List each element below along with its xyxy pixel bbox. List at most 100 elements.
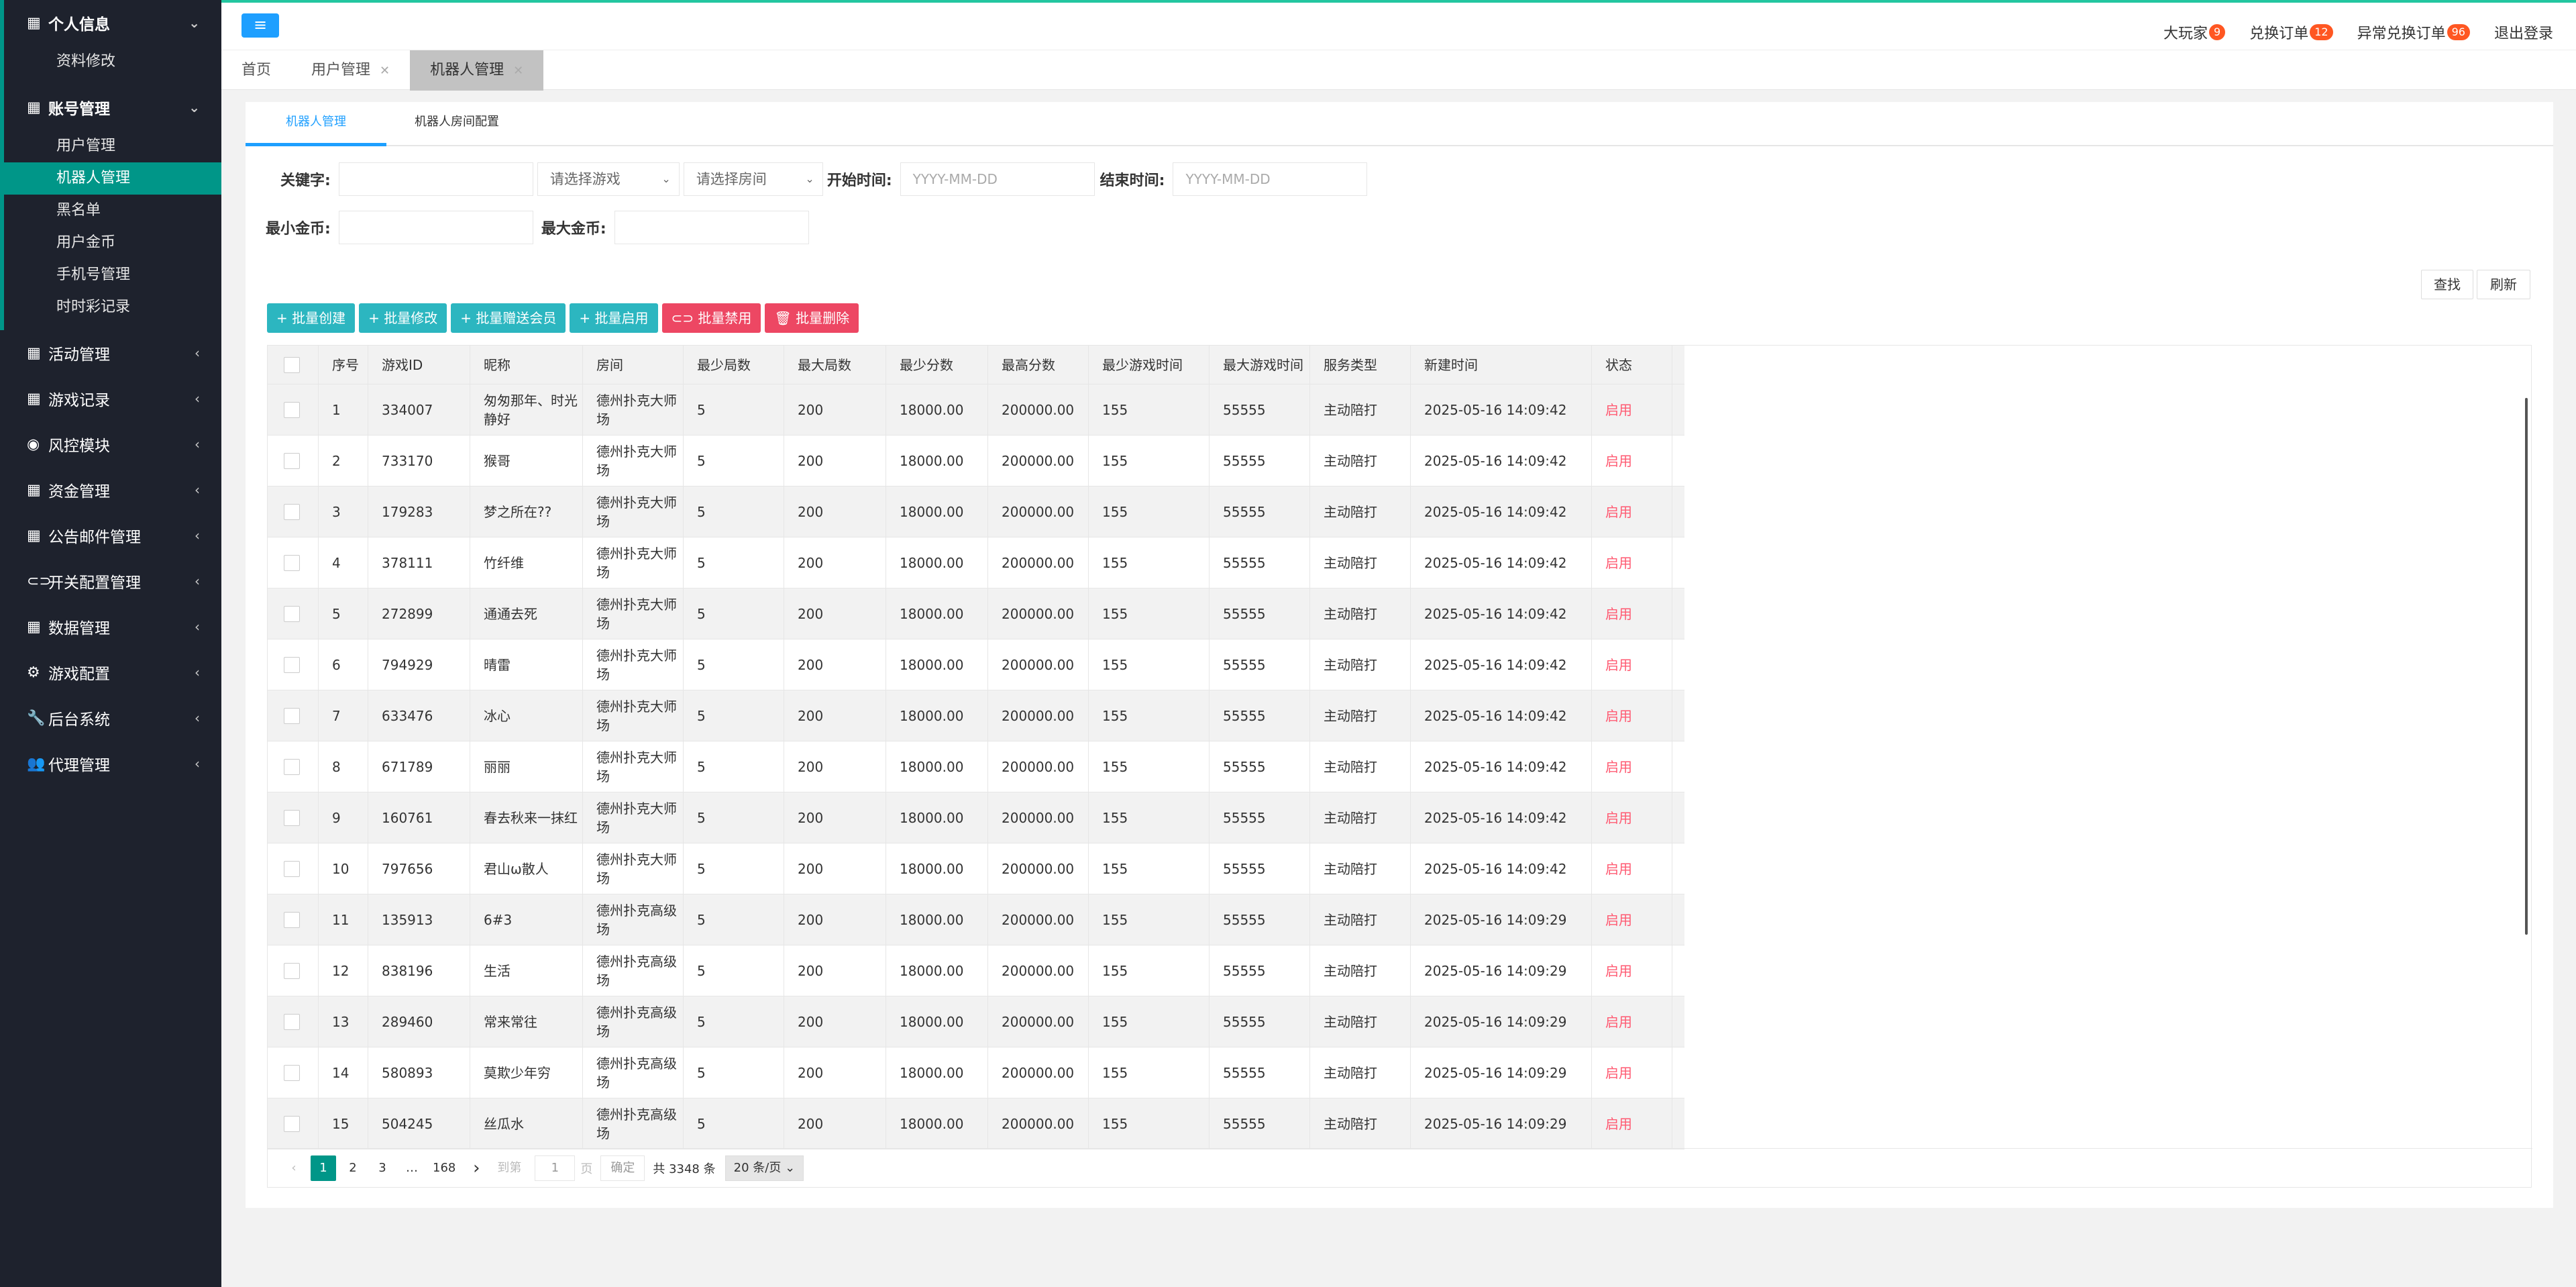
status-cell[interactable]: 启用 <box>1592 1098 1672 1149</box>
row-select-cell[interactable] <box>268 843 319 894</box>
row-checkbox[interactable] <box>284 707 300 724</box>
start-time-input[interactable]: YYYY-MM-DD <box>900 162 1095 196</box>
menu-toggle-button[interactable]: ≡ <box>241 13 279 38</box>
keyword-input[interactable] <box>338 162 533 196</box>
game-select[interactable]: 请选择游戏 ⌄ <box>537 162 680 196</box>
header-link[interactable]: 退出登录 <box>2494 21 2553 43</box>
table-row[interactable]: 8 671789 丽丽 德州扑克大师场 5 200 18000.00 200000.00 155… <box>268 741 1684 792</box>
table-row[interactable]: 9 160761 春去秋来一抹红 德州扑克大师场 5 200 18000.00 200000.… <box>268 792 1684 843</box>
batch-button[interactable]: + 批量创建 <box>267 303 356 333</box>
row-checkbox[interactable] <box>284 656 300 673</box>
nav-group-5[interactable]: ▦ 资金管理 ‹ <box>0 467 221 513</box>
find-button[interactable]: 查找 <box>2421 270 2473 299</box>
row-select-cell[interactable] <box>268 639 319 690</box>
header-link[interactable]: 大玩家 9 <box>2163 21 2226 43</box>
status-cell[interactable]: 启用 <box>1592 945 1672 996</box>
close-icon[interactable]: ✕ <box>513 64 523 78</box>
sub-tab[interactable]: 机器人房间配置 <box>386 102 527 146</box>
select-all-cell[interactable] <box>268 346 319 384</box>
status-cell[interactable]: 启用 <box>1592 690 1672 741</box>
sidebar-item[interactable]: 用户管理 <box>0 130 221 162</box>
nav-group-0[interactable]: ▦ 个人信息 ⌄ <box>0 0 221 46</box>
status-cell[interactable]: 启用 <box>1592 843 1672 894</box>
nav-group-4[interactable]: ◉ 风控模块 ‹ <box>0 421 221 467</box>
last-page-button[interactable]: 168 <box>429 1155 460 1181</box>
row-checkbox[interactable] <box>284 401 300 418</box>
nav-group-9[interactable]: ⚙ 游戏配置 ‹ <box>0 650 221 695</box>
page-size-select[interactable]: 20 条/页 ⌄ <box>724 1155 804 1181</box>
row-checkbox[interactable] <box>284 911 300 928</box>
goto-confirm-button[interactable]: 确定 <box>600 1155 645 1181</box>
batch-button[interactable]: ⊂⊃ 批量禁用 <box>661 303 761 333</box>
row-checkbox[interactable] <box>284 860 300 877</box>
row-select-cell[interactable] <box>268 996 319 1047</box>
row-select-cell[interactable] <box>268 384 319 435</box>
row-select-cell[interactable] <box>268 741 319 792</box>
table-row[interactable]: 6 794929 晴雷 德州扑克大师场 5 200 18000.00 200000.00 155… <box>268 639 1684 690</box>
row-checkbox[interactable] <box>284 554 300 571</box>
table-row[interactable]: 5 272899 通通去死 德州扑克大师场 5 200 18000.00 200000.00 1… <box>268 588 1684 639</box>
table-row[interactable]: 7 633476 冰心 德州扑克大师场 5 200 18000.00 200000.00 155… <box>268 690 1684 741</box>
row-select-cell[interactable] <box>268 435 319 486</box>
nav-group-10[interactable]: 🔧 后台系统 ‹ <box>0 695 221 741</box>
select-all-checkbox[interactable] <box>284 356 300 373</box>
row-checkbox[interactable] <box>284 758 300 775</box>
sidebar-item[interactable]: 资料修改 <box>0 46 221 78</box>
room-select[interactable]: 请选择房间 ⌄ <box>683 162 823 196</box>
row-select-cell[interactable] <box>268 1098 319 1149</box>
status-cell[interactable]: 启用 <box>1592 384 1672 435</box>
nav-group-8[interactable]: ▦ 数据管理 ‹ <box>0 604 221 650</box>
status-cell[interactable]: 启用 <box>1592 435 1672 486</box>
row-select-cell[interactable] <box>268 690 319 741</box>
row-checkbox[interactable] <box>284 809 300 826</box>
status-cell[interactable]: 启用 <box>1592 996 1672 1047</box>
next-page-button[interactable]: › <box>464 1155 489 1181</box>
row-select-cell[interactable] <box>268 1047 319 1098</box>
nav-group-7[interactable]: ⊂⊃ 开关配置管理 ‹ <box>0 558 221 604</box>
page-tab[interactable]: 首页 <box>221 50 291 91</box>
table-row[interactable]: 13 289460 常来常往 德州扑克高级场 5 200 18000.00 200000.00… <box>268 996 1684 1047</box>
row-checkbox[interactable] <box>284 1064 300 1081</box>
end-time-input[interactable]: YYYY-MM-DD <box>1173 162 1368 196</box>
header-link[interactable]: 兑换订单 12 <box>2249 21 2333 43</box>
table-row[interactable]: 2 733170 猴哥 德州扑克大师场 5 200 18000.00 200000.00 155… <box>268 435 1684 486</box>
row-checkbox[interactable] <box>284 605 300 622</box>
table-scrollbar[interactable] <box>2523 384 2531 935</box>
sidebar-item[interactable]: 用户金币 <box>0 227 221 259</box>
sidebar-item[interactable]: 手机号管理 <box>0 259 221 291</box>
nav-group-3[interactable]: ▦ 游戏记录 ‹ <box>0 376 221 421</box>
table-row[interactable]: 15 504245 丝瓜水 德州扑克高级场 5 200 18000.00 200000.00 1… <box>268 1098 1684 1149</box>
row-select-cell[interactable] <box>268 894 319 945</box>
prev-page-button[interactable]: ‹ <box>281 1155 307 1181</box>
row-checkbox[interactable] <box>284 1013 300 1030</box>
page-tab[interactable]: 用户管理 ✕ <box>291 50 410 91</box>
max-gold-input[interactable] <box>614 211 809 244</box>
table-row[interactable]: 1 334007 匆匆那年、时光静好 德州扑克大师场 5 200 18000.00 20000… <box>268 384 1684 435</box>
nav-group-11[interactable]: 👥 代理管理 ‹ <box>0 741 221 786</box>
sidebar-item[interactable]: 机器人管理 <box>0 162 221 195</box>
table-row[interactable]: 3 179283 梦之所在?? 德州扑克大师场 5 200 18000.00 200000.0… <box>268 486 1684 537</box>
page-1-button[interactable]: 1 <box>311 1155 336 1181</box>
batch-button[interactable]: + 批量修改 <box>359 303 447 333</box>
table-row[interactable]: 11 135913 6#3 德州扑克高级场 5 200 18000.00 200000.00 1… <box>268 894 1684 945</box>
row-select-cell[interactable] <box>268 792 319 843</box>
page-2-button[interactable]: 2 <box>340 1155 366 1181</box>
status-cell[interactable]: 启用 <box>1592 588 1672 639</box>
status-cell[interactable]: 启用 <box>1592 537 1672 588</box>
row-select-cell[interactable] <box>268 486 319 537</box>
close-icon[interactable]: ✕ <box>380 64 390 78</box>
status-cell[interactable]: 启用 <box>1592 639 1672 690</box>
table-row[interactable]: 14 580893 莫欺少年穷 德州扑克高级场 5 200 18000.00 200000.0… <box>268 1047 1684 1098</box>
batch-button[interactable]: 🗑 批量删除 <box>765 303 859 333</box>
status-cell[interactable]: 启用 <box>1592 894 1672 945</box>
row-checkbox[interactable] <box>284 962 300 979</box>
scrollbar-thumb[interactable] <box>2525 398 2528 935</box>
refresh-button[interactable]: 刷新 <box>2477 270 2530 299</box>
page-tab[interactable]: 机器人管理 ✕ <box>410 50 544 91</box>
nav-group-1[interactable]: ▦ 账号管理 ⌄ <box>0 85 221 130</box>
table-row[interactable]: 10 797656 君山ω散人 德州扑克大师场 5 200 18000.00 200000.0… <box>268 843 1684 894</box>
table-row[interactable]: 4 378111 竹纤维 德州扑克大师场 5 200 18000.00 200000.00 15… <box>268 537 1684 588</box>
goto-page-input[interactable]: 1 <box>535 1155 576 1181</box>
row-select-cell[interactable] <box>268 588 319 639</box>
row-select-cell[interactable] <box>268 945 319 996</box>
